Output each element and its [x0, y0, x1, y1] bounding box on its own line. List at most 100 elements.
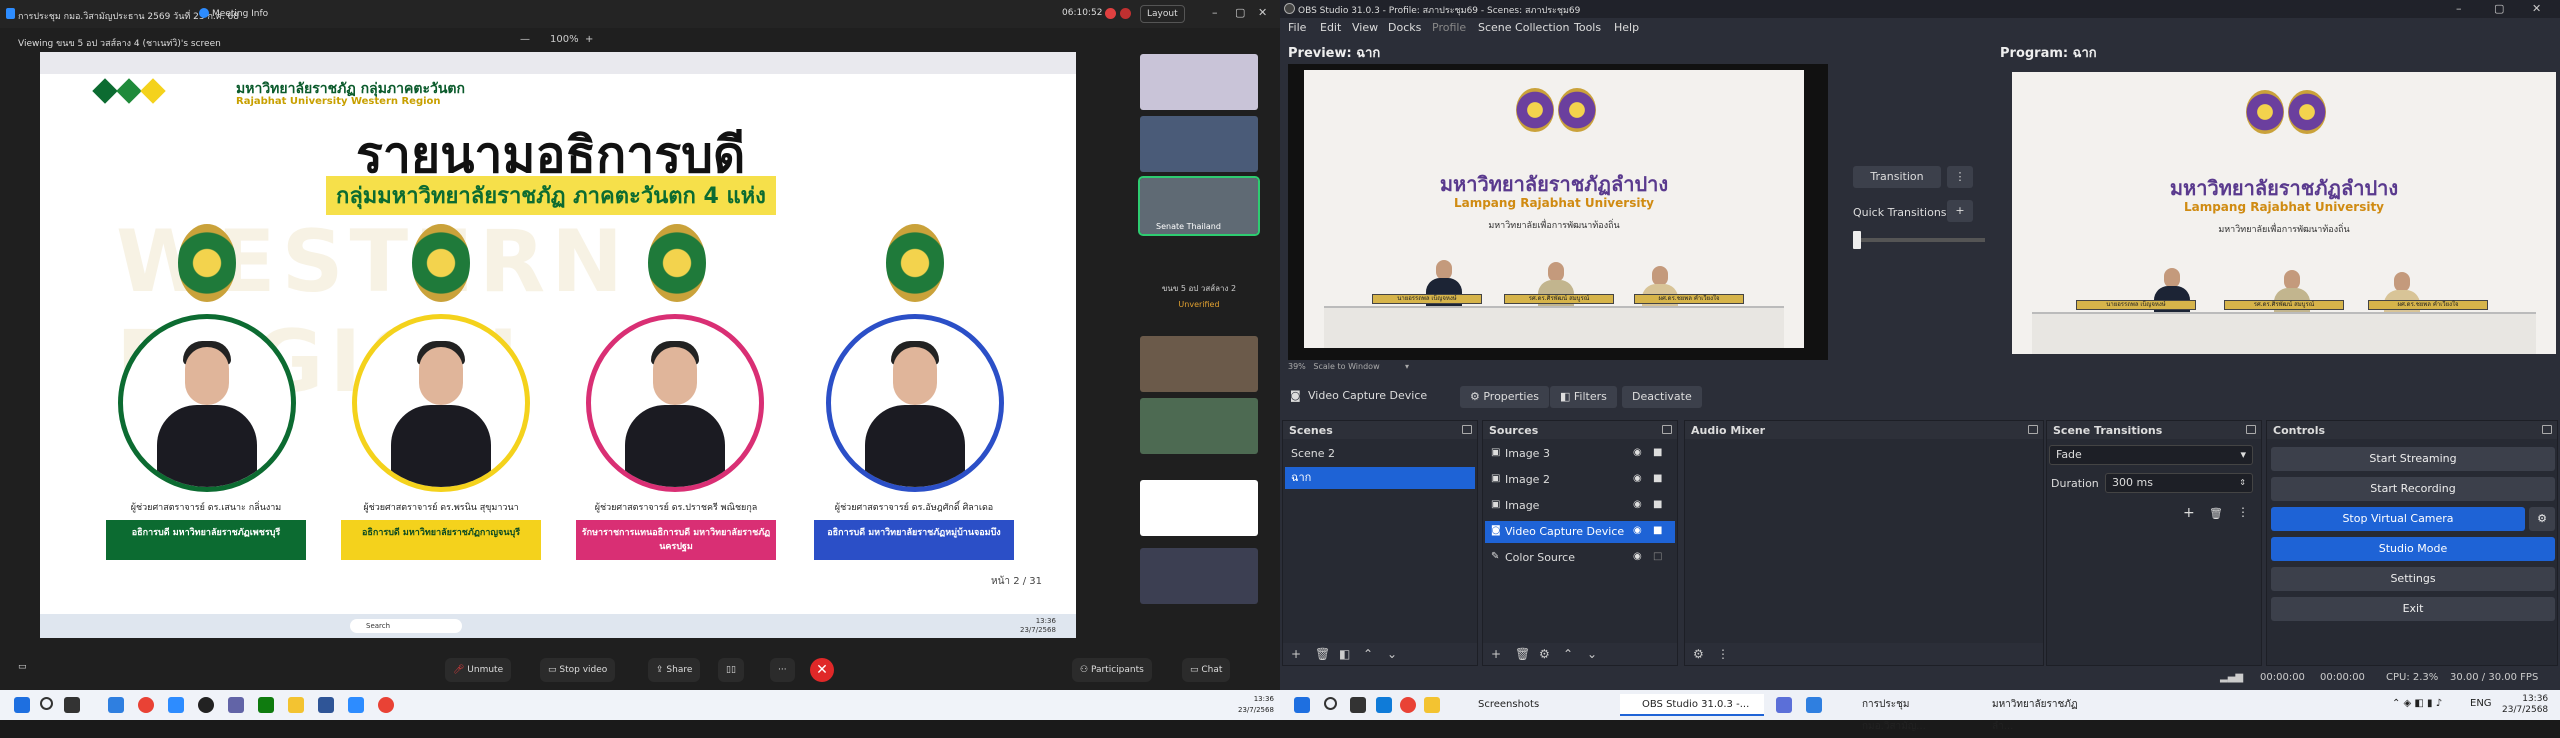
taskbar-app-obs[interactable]: OBS Studio 31.0.3 -... — [1620, 694, 1764, 716]
zoom-out-button[interactable]: — — [520, 34, 530, 45]
tbar-slider[interactable] — [1853, 231, 1861, 249]
scenes-undock-icon[interactable] — [1462, 425, 1472, 434]
source-item[interactable]: Image 3 — [1485, 443, 1675, 465]
remove-source-icon[interactable]: 🗑︎ — [1515, 647, 1530, 661]
source-item[interactable]: Image 2 — [1485, 469, 1675, 491]
participant-tile-1[interactable] — [1140, 54, 1258, 110]
prev-slide-icon[interactable]: ‹ — [92, 524, 101, 549]
app-icon-6[interactable] — [378, 697, 394, 713]
unmute-button[interactable]: 🎤︎ Unmute — [445, 658, 512, 682]
settings-button[interactable]: Settings — [2271, 567, 2555, 591]
remove-scene-icon[interactable]: 🗑︎ — [1315, 647, 1330, 661]
taskbar-app-zoom[interactable]: การประชุม กมอ.วิสามัญ... — [1840, 694, 1958, 732]
properties-button[interactable]: ⚙ Properties — [1460, 386, 1549, 408]
participant-tile-7[interactable] — [1140, 548, 1258, 604]
transition-button[interactable]: Transition — [1853, 166, 1941, 188]
transitions-undock-icon[interactable] — [2246, 425, 2256, 434]
lock-icon[interactable]: ■ — [1653, 447, 1662, 458]
meeting-info-icon[interactable] — [199, 8, 209, 18]
share-button[interactable]: ⇪ Share — [648, 658, 701, 682]
app-icon-2[interactable] — [228, 697, 244, 713]
scale-mode[interactable]: Scale to Window — [1313, 362, 1379, 371]
audio-undock-icon[interactable] — [2028, 425, 2038, 434]
minimize-icon[interactable]: – — [1212, 6, 1218, 19]
app-icon-5[interactable] — [348, 697, 364, 713]
audio-settings-icon[interactable]: ⚙ — [1693, 647, 1704, 661]
right-clock[interactable]: 13:36 23/7/2568 — [2502, 694, 2548, 716]
meeting-info-link[interactable]: Meeting Info — [212, 9, 268, 19]
add-source-icon[interactable]: + — [1491, 647, 1501, 661]
eye-icon[interactable]: ◉ — [1633, 447, 1642, 458]
taskview-icon[interactable] — [1350, 697, 1366, 713]
menu-docks[interactable]: Docks — [1388, 21, 1421, 34]
eye-icon[interactable]: ◉ — [1633, 473, 1642, 484]
participant-tile-5[interactable] — [1140, 398, 1258, 454]
zoom-app-icon[interactable] — [168, 697, 184, 713]
next-slide-icon[interactable]: › — [1046, 524, 1055, 549]
transition-type-select[interactable]: Fade ▾ — [2049, 445, 2253, 465]
add-quick-transition-button[interactable]: + — [1947, 200, 1973, 222]
scene-up-icon[interactable]: ⌃ — [1363, 647, 1373, 661]
duration-input[interactable]: 300 ms ⇕ — [2105, 473, 2253, 493]
app-icon[interactable] — [1776, 697, 1792, 713]
app-icon[interactable] — [1806, 697, 1822, 713]
app-icon-1[interactable] — [108, 697, 124, 713]
source-item[interactable]: Image — [1485, 495, 1675, 517]
obs-icon[interactable] — [198, 697, 214, 713]
app-icon-4[interactable] — [318, 697, 334, 713]
unlock-icon[interactable]: □ — [1653, 551, 1662, 562]
info-icon[interactable]: ▭ — [18, 662, 27, 672]
spin-icon[interactable]: ⇕ — [2239, 474, 2246, 492]
filters-button[interactable]: ◧ Filters — [1550, 386, 1617, 408]
lock-icon[interactable]: ■ — [1653, 473, 1662, 484]
start-recording-button[interactable]: Start Recording — [2271, 477, 2555, 501]
layout-button[interactable]: Layout — [1140, 5, 1185, 23]
obs-close-icon[interactable]: ✕ — [2532, 2, 2541, 15]
eye-icon[interactable]: ◉ — [1633, 551, 1642, 562]
sources-undock-icon[interactable] — [1662, 425, 1672, 434]
taskview-icon[interactable] — [64, 697, 80, 713]
zoom-in-button[interactable]: + — [585, 34, 593, 45]
deactivate-button[interactable]: Deactivate — [1622, 386, 1702, 408]
chrome-icon[interactable] — [1400, 697, 1416, 713]
menu-tools[interactable]: Tools — [1574, 21, 1601, 34]
chat-button[interactable]: ▭ Chat — [1182, 658, 1231, 682]
scene-filters-icon[interactable]: ◧ — [1339, 647, 1350, 661]
source-item[interactable]: Color Source — [1485, 547, 1675, 569]
source-properties-icon[interactable]: ⚙ — [1539, 647, 1550, 661]
scene-down-icon[interactable]: ⌄ — [1387, 647, 1397, 661]
obs-minimize-icon[interactable]: – — [2456, 2, 2462, 15]
close-icon[interactable]: ✕ — [1258, 6, 1267, 19]
lock-icon[interactable]: ■ — [1653, 525, 1662, 536]
start-icon[interactable] — [14, 697, 30, 713]
scale-dropdown-icon[interactable]: ▾ — [1405, 362, 1409, 371]
controls-undock-icon[interactable] — [2542, 425, 2552, 434]
menu-edit[interactable]: Edit — [1320, 21, 1341, 34]
source-up-icon[interactable]: ⌃ — [1563, 647, 1573, 661]
reactions-button[interactable]: ▯▯ — [718, 658, 744, 682]
scene-item-selected[interactable]: ฉาก — [1285, 467, 1475, 489]
language-indicator[interactable]: ENG — [2470, 698, 2492, 709]
source-item-selected[interactable]: Video Capture Device — [1485, 521, 1675, 543]
participant-tile-2[interactable] — [1140, 116, 1258, 172]
record-icon[interactable] — [1105, 8, 1116, 19]
menu-file[interactable]: File — [1288, 21, 1306, 34]
more-button[interactable]: ··· — [770, 658, 795, 682]
virtual-camera-settings-icon[interactable]: ⚙ — [2529, 507, 2555, 531]
add-transition-icon[interactable]: + — [2183, 505, 2195, 521]
participant-tile-4[interactable] — [1140, 336, 1258, 392]
transition-menu-icon[interactable]: ⋮ — [1947, 166, 1973, 188]
menu-scene-collection[interactable]: Scene Collection — [1478, 21, 1569, 34]
transition-props-icon[interactable]: ⋮ — [2237, 505, 2249, 519]
edge-icon[interactable] — [1376, 697, 1392, 713]
source-down-icon[interactable]: ⌄ — [1587, 647, 1597, 661]
audio-menu-icon[interactable]: ⋮ — [1717, 647, 1729, 661]
add-scene-icon[interactable]: + — [1291, 647, 1301, 661]
preview-canvas[interactable]: มหาวิทยาลัยราชภัฏลำปาง Lampang Rajabhat … — [1288, 64, 1828, 360]
menu-profile[interactable]: Profile — [1432, 21, 1466, 34]
tray-icons[interactable]: ⌃ ◈ ◧ ▮ ♪ — [2392, 698, 2442, 709]
zoom-level[interactable]: 100% — [550, 34, 579, 45]
menu-help[interactable]: Help — [1614, 21, 1639, 34]
obs-maximize-icon[interactable]: ▢ — [2494, 2, 2504, 15]
remove-transition-icon[interactable]: 🗑︎ — [2209, 507, 2223, 520]
